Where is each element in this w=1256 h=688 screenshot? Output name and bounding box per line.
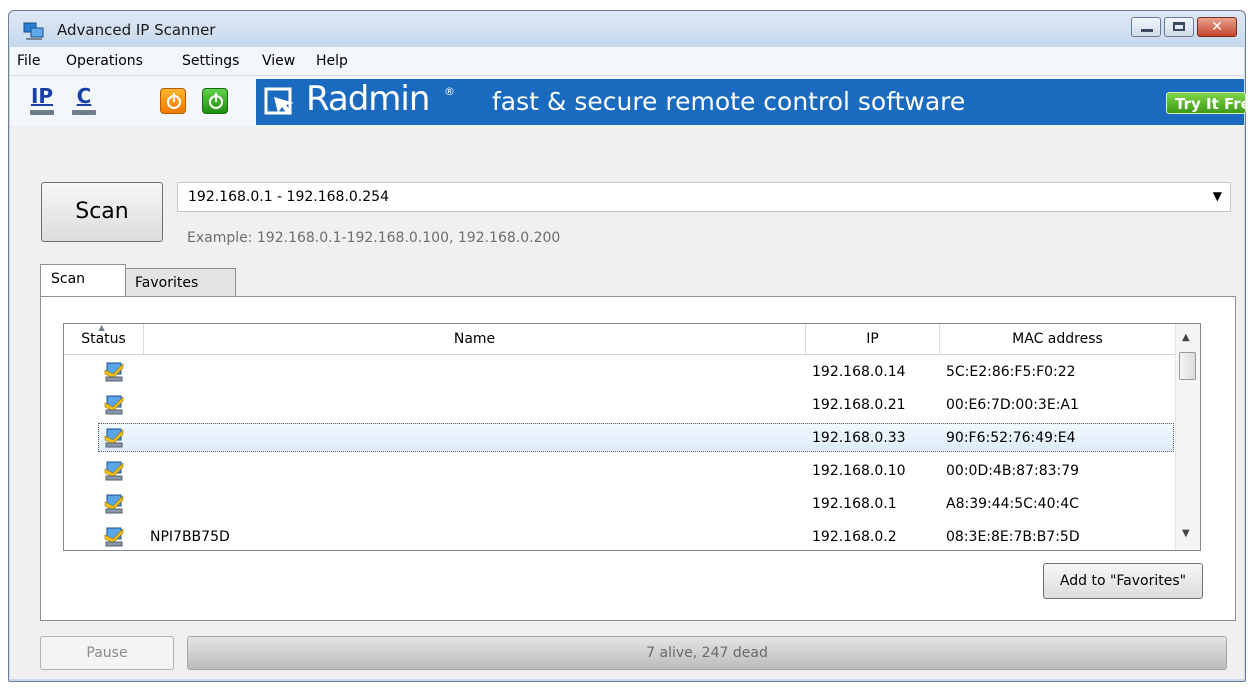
row-ip: 192.168.0.14 — [812, 364, 906, 380]
dropdown-arrow-icon[interactable]: ▼ — [1213, 189, 1222, 203]
menu-help[interactable]: Help — [316, 53, 348, 69]
main-panel: Scan 192.168.0.1 - 192.168.0.254 ▼ Examp… — [10, 126, 1244, 679]
table-row[interactable]: 192.168.0.14 5C:E2:86:F5:F0:22 — [64, 356, 1176, 388]
row-name: NPI7BB75D — [150, 529, 230, 545]
row-mac: 00:0D:4B:87:83:79 — [946, 463, 1080, 479]
range-example-hint: Example: 192.168.0.1-192.168.0.100, 192.… — [187, 230, 561, 246]
toolbar: IP C Radmin ® fast & secure remote contr… — [10, 76, 1246, 126]
window-title: Advanced IP Scanner — [57, 21, 216, 39]
title-bar[interactable]: Advanced IP Scanner ✕ — [9, 11, 1245, 47]
computer-online-icon — [104, 461, 124, 481]
row-mac: 90:F6:52:76:49:E4 — [946, 430, 1076, 446]
power-off-orange-icon[interactable] — [160, 88, 186, 114]
scroll-thumb[interactable] — [1179, 352, 1196, 380]
computer-online-icon — [104, 362, 124, 382]
scroll-down-icon[interactable]: ▼ — [1182, 528, 1190, 539]
scan-status-text: 7 alive, 247 dead — [646, 645, 768, 661]
ip-range-value: 192.168.0.1 - 192.168.0.254 — [188, 189, 389, 205]
ip-label: IP — [30, 84, 54, 108]
computer-online-icon — [104, 428, 124, 448]
table-row[interactable]: 192.168.0.21 00:E6:7D:00:3E:A1 — [64, 389, 1176, 421]
network-computers-icon — [23, 22, 44, 40]
add-to-favorites-button[interactable]: Add to "Favorites" — [1043, 563, 1203, 599]
row-ip: 192.168.0.33 — [812, 430, 906, 446]
menu-operations[interactable]: Operations — [66, 53, 143, 69]
computer-online-icon — [104, 395, 124, 415]
scan-button[interactable]: Scan — [41, 182, 163, 242]
row-mac: 00:E6:7D:00:3E:A1 — [946, 397, 1079, 413]
maximize-icon — [1173, 22, 1185, 31]
menu-bar: File Operations Settings View Help — [10, 47, 1244, 76]
row-mac: 5C:E2:86:F5:F0:22 — [946, 364, 1076, 380]
menu-view[interactable]: View — [262, 53, 295, 69]
vertical-scrollbar[interactable]: ▲ ▼ — [1175, 324, 1200, 550]
column-ip[interactable]: IP — [806, 324, 940, 354]
ip-range-combobox[interactable]: 192.168.0.1 - 192.168.0.254 ▼ — [177, 182, 1231, 212]
column-name[interactable]: Name — [144, 324, 806, 354]
minimize-button[interactable] — [1131, 17, 1161, 37]
tab-scan[interactable]: Scan — [40, 264, 126, 298]
close-icon: ✕ — [1211, 19, 1223, 35]
table-row[interactable]: 192.168.0.10 00:0D:4B:87:83:79 — [64, 455, 1176, 487]
row-ip: 192.168.0.1 — [812, 496, 897, 512]
row-ip: 192.168.0.10 — [812, 463, 906, 479]
minimize-icon — [1141, 29, 1153, 32]
row-mac: A8:39:44:5C:40:4C — [946, 496, 1079, 512]
computer-online-icon — [104, 527, 124, 547]
registered-mark: ® — [444, 85, 455, 98]
menu-settings[interactable]: Settings — [182, 53, 239, 69]
radmin-logo-icon — [264, 87, 294, 115]
scan-progress-bar: 7 alive, 247 dead — [187, 636, 1227, 670]
table-row[interactable]: 192.168.0.1 A8:39:44:5C:40:4C — [64, 488, 1176, 520]
table-row[interactable]: NPI7BB75D 192.168.0.2 08:3E:8E:7B:B7:5D — [64, 521, 1176, 550]
try-it-free-button[interactable]: Try It Free — [1166, 92, 1246, 114]
row-ip: 192.168.0.21 — [812, 397, 906, 413]
results-list: ▲ Status Name IP MAC address 192.168.0.1… — [63, 323, 1201, 551]
class-c-icon[interactable]: C — [70, 84, 98, 116]
ip-scan-icon[interactable]: IP — [28, 84, 56, 116]
radmin-brand: Radmin — [306, 79, 430, 119]
row-ip: 192.168.0.2 — [812, 529, 897, 545]
close-button[interactable]: ✕ — [1197, 17, 1237, 37]
window-controls: ✕ — [1131, 17, 1237, 37]
app-window: Advanced IP Scanner ✕ File Operations Se… — [8, 10, 1246, 682]
maximize-button[interactable] — [1164, 17, 1194, 37]
list-header: ▲ Status Name IP MAC address — [64, 324, 1176, 355]
column-status[interactable]: ▲ Status — [64, 324, 144, 354]
tab-favorites[interactable]: Favorites — [124, 268, 236, 298]
sort-ascending-icon: ▲ — [98, 323, 105, 332]
scroll-up-icon[interactable]: ▲ — [1182, 332, 1190, 343]
radmin-tagline: fast & secure remote control software — [492, 87, 966, 116]
results-panel: ▲ Status Name IP MAC address 192.168.0.1… — [40, 296, 1236, 621]
c-label: C — [76, 84, 92, 108]
table-row-selected[interactable]: 192.168.0.33 90:F6:52:76:49:E4 — [64, 422, 1176, 454]
column-mac[interactable]: MAC address — [940, 324, 1176, 354]
row-mac: 08:3E:8E:7B:B7:5D — [946, 529, 1080, 545]
pause-button[interactable]: Pause — [40, 636, 174, 670]
computer-online-icon — [104, 494, 124, 514]
power-on-green-icon[interactable] — [202, 88, 228, 114]
menu-file[interactable]: File — [17, 53, 40, 69]
radmin-ad-banner[interactable]: Radmin ® fast & secure remote control so… — [256, 79, 1246, 125]
